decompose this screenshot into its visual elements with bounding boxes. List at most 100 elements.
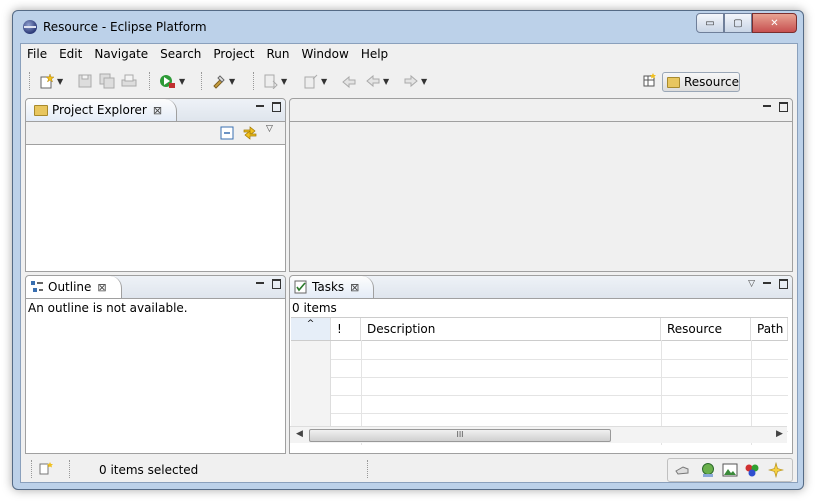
- toolbar-separator: [253, 72, 255, 90]
- window-title: Resource - Eclipse Platform: [43, 20, 207, 34]
- menu-navigate[interactable]: Navigate: [88, 47, 154, 61]
- restore-hand-icon[interactable]: [674, 462, 690, 478]
- search-dropdown-icon[interactable]: ▼: [229, 77, 235, 86]
- menu-file[interactable]: File: [21, 47, 53, 61]
- forward-arrow-icon: [404, 74, 418, 88]
- view-controls: [256, 102, 281, 112]
- image-view-icon[interactable]: [722, 462, 738, 478]
- next-annotation-button[interactable]: ▼: [263, 72, 287, 90]
- tab-outline[interactable]: Outline ⊠: [26, 276, 122, 298]
- forward-button[interactable]: ▼: [403, 72, 427, 90]
- close-tab-icon[interactable]: ⊠: [350, 281, 359, 294]
- perspective-label: Resource: [683, 75, 739, 89]
- new-dropdown-icon[interactable]: ▼: [57, 77, 63, 86]
- column-resource[interactable]: Resource: [661, 318, 751, 340]
- internal-web-browser-icon[interactable]: [700, 462, 716, 478]
- maximize-view-icon[interactable]: [272, 279, 281, 289]
- minimize-button[interactable]: ▭: [696, 13, 724, 33]
- save-icon: [78, 74, 92, 88]
- run-button[interactable]: ▼: [159, 72, 185, 90]
- outline-tab-header: Outline ⊠: [26, 276, 285, 299]
- scroll-thumb[interactable]: III: [309, 429, 611, 442]
- status-separator: [31, 460, 33, 478]
- minimize-view-icon[interactable]: [763, 282, 771, 286]
- previous-annotation-button[interactable]: ▼: [303, 72, 327, 90]
- close-tab-icon[interactable]: ⊠: [153, 104, 162, 117]
- menu-help[interactable]: Help: [355, 47, 394, 61]
- resource-perspective-button[interactable]: Resource: [662, 72, 740, 92]
- close-button[interactable]: ✕: [752, 13, 797, 33]
- eclipse-icon: [23, 20, 37, 34]
- palette-icon[interactable]: [744, 462, 760, 478]
- flashlight-icon: [213, 75, 225, 89]
- scroll-left-icon[interactable]: ◀: [296, 429, 303, 439]
- horizontal-scrollbar[interactable]: ◀ III ▶: [290, 426, 787, 443]
- outline-message: An outline is not available.: [28, 301, 188, 315]
- last-edit-icon: [342, 75, 356, 89]
- menu-search[interactable]: Search: [154, 47, 207, 61]
- new-button[interactable]: ▼: [39, 72, 63, 90]
- print-button[interactable]: [121, 72, 137, 90]
- menu-edit[interactable]: Edit: [53, 47, 88, 61]
- maximize-button[interactable]: ▢: [724, 13, 752, 33]
- run-dropdown-icon[interactable]: ▼: [179, 77, 185, 86]
- sort-ascending-icon: ^: [306, 319, 315, 329]
- toolbar-separator: [201, 72, 203, 90]
- title-bar[interactable]: Resource - Eclipse Platform ▭ ▢ ✕: [13, 11, 803, 43]
- outline-title: Outline: [48, 280, 92, 294]
- minimize-view-icon[interactable]: [256, 105, 264, 109]
- menu-window[interactable]: Window: [295, 47, 354, 61]
- table-row[interactable]: [291, 377, 788, 396]
- table-row[interactable]: [291, 341, 788, 360]
- next-annotation-icon: [264, 74, 278, 89]
- sparkle-icon[interactable]: [768, 462, 784, 478]
- toolbar-grip[interactable]: [29, 72, 31, 90]
- next-annotation-dropdown-icon[interactable]: ▼: [281, 77, 287, 86]
- menu-project[interactable]: Project: [207, 47, 260, 61]
- view-menu-icon[interactable]: ▽: [266, 124, 273, 134]
- scroll-grip: III: [456, 430, 464, 439]
- minimize-view-icon[interactable]: [256, 282, 264, 286]
- editor-area: [289, 98, 793, 272]
- maximize-view-icon[interactable]: [779, 279, 788, 289]
- close-tab-icon[interactable]: ⊠: [97, 281, 106, 294]
- last-edit-button[interactable]: [341, 72, 357, 90]
- view-controls: [256, 279, 281, 289]
- table-row[interactable]: [291, 359, 788, 378]
- column-priority[interactable]: !: [331, 318, 361, 340]
- collapse-all-icon[interactable]: [220, 126, 234, 140]
- tasks-view: Tasks ⊠ ▽ 0 items ^ ! Description Resour…: [289, 275, 793, 454]
- column-completed[interactable]: ^: [291, 318, 331, 340]
- eclipse-window: Resource - Eclipse Platform ▭ ▢ ✕ File E…: [12, 10, 804, 490]
- view-menu-icon[interactable]: ▽: [748, 279, 755, 289]
- table-row[interactable]: [291, 395, 788, 414]
- project-explorer-title: Project Explorer: [52, 103, 147, 117]
- maximize-editor-icon[interactable]: [779, 102, 788, 112]
- menu-bar: File Edit Navigate Search Project Run Wi…: [21, 44, 797, 64]
- main-toolbar: ▼ ▼ ▼ ▼ ▼ ▼ ▼ Resource: [21, 68, 797, 94]
- tab-project-explorer[interactable]: Project Explorer ⊠: [26, 99, 178, 121]
- link-with-editor-icon[interactable]: [242, 125, 258, 141]
- fast-view-icon[interactable]: [39, 462, 53, 476]
- save-button[interactable]: [77, 72, 93, 90]
- maximize-view-icon[interactable]: [272, 102, 281, 112]
- window-controls: ▭ ▢ ✕: [696, 13, 797, 33]
- back-button[interactable]: ▼: [365, 72, 389, 90]
- search-button[interactable]: ▼: [211, 72, 235, 90]
- scroll-right-icon[interactable]: ▶: [776, 429, 783, 439]
- save-all-button[interactable]: [99, 72, 115, 90]
- project-explorer-view: Project Explorer ⊠ ▽: [25, 98, 286, 272]
- forward-dropdown-icon[interactable]: ▼: [421, 77, 427, 86]
- column-path[interactable]: Path: [751, 318, 788, 340]
- back-dropdown-icon[interactable]: ▼: [383, 77, 389, 86]
- tab-tasks[interactable]: Tasks ⊠: [290, 276, 375, 298]
- open-perspective-icon[interactable]: [643, 73, 657, 87]
- editor-tab-header: [290, 99, 792, 122]
- project-explorer-icon: [34, 104, 48, 116]
- previous-annotation-dropdown-icon[interactable]: ▼: [321, 77, 327, 86]
- outline-view: Outline ⊠ An outline is not available.: [25, 275, 286, 454]
- column-description[interactable]: Description: [361, 318, 661, 340]
- minimize-editor-icon[interactable]: [763, 105, 771, 109]
- menu-run[interactable]: Run: [260, 47, 295, 61]
- workbench: File Edit Navigate Search Project Run Wi…: [20, 43, 798, 483]
